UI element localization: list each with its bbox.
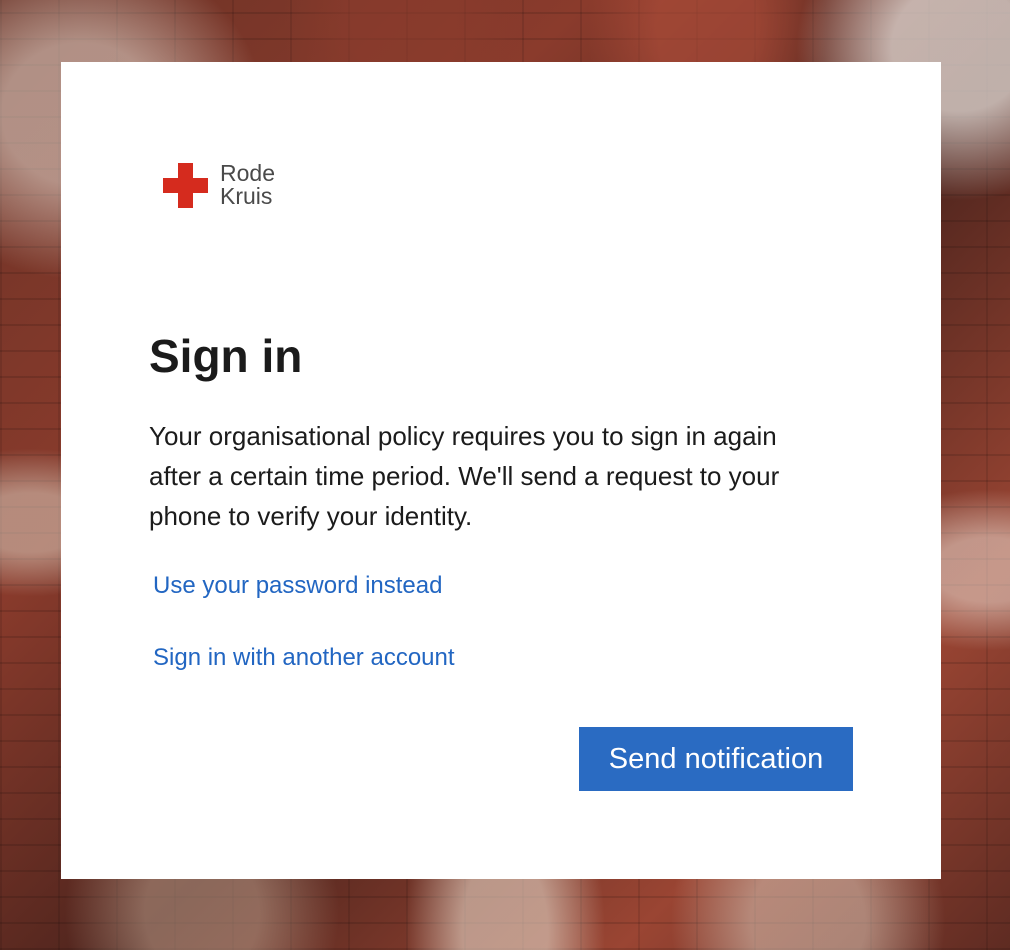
another-account-link[interactable]: Sign in with another account (153, 643, 455, 673)
page-title: Sign in (149, 330, 303, 382)
red-cross-icon (163, 162, 208, 208)
use-password-link[interactable]: Use your password instead (153, 571, 442, 601)
rode-kruis-logo: Rode Kruis (163, 162, 275, 208)
send-notification-button[interactable]: Send notification (579, 727, 853, 791)
signin-card: Rode Kruis Sign in Your organisational p… (61, 62, 941, 879)
logo-text-line1: Rode (220, 160, 275, 186)
logo-text: Rode Kruis (220, 162, 275, 208)
logo-text-line2: Kruis (220, 183, 273, 209)
signin-description: Your organisational policy requires you … (149, 421, 780, 531)
